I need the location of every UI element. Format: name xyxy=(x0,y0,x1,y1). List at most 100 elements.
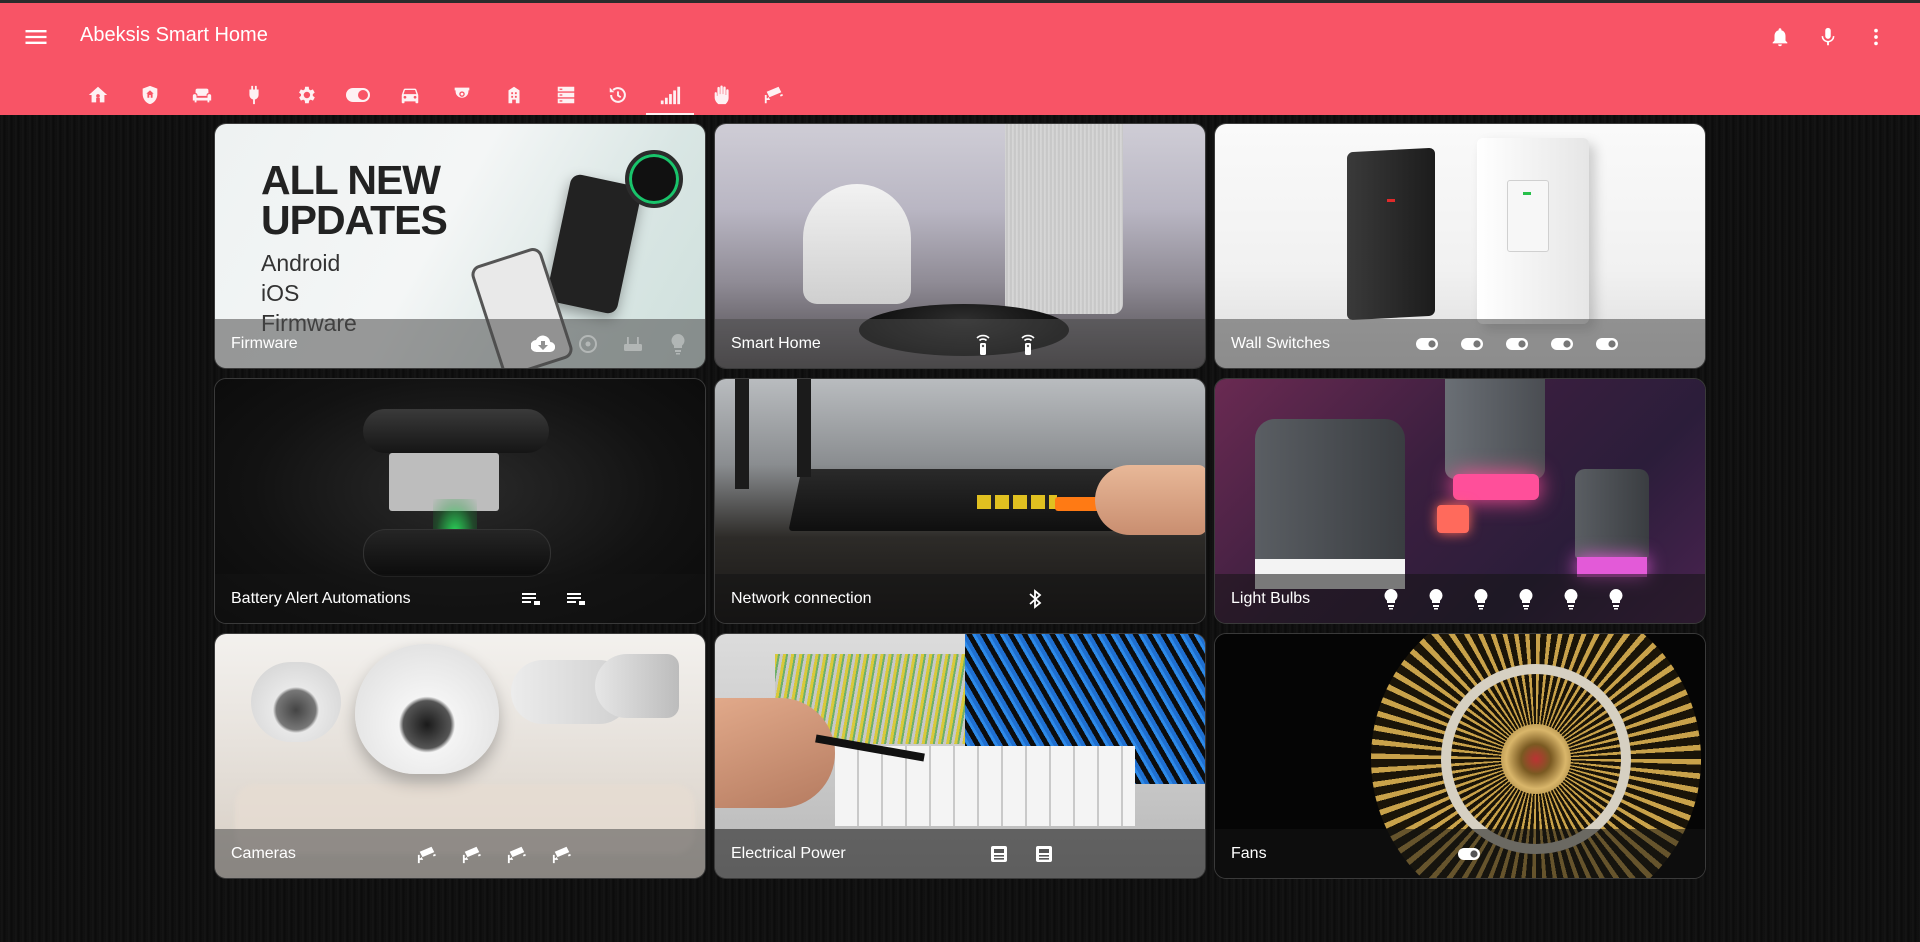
tab-signal-icon[interactable] xyxy=(644,75,696,115)
microphone-icon[interactable] xyxy=(1812,21,1844,53)
tab-shield-home-icon[interactable] xyxy=(124,75,176,115)
card-footer: Smart Home xyxy=(715,319,1205,368)
hand-shape xyxy=(1095,465,1205,535)
playlist-icon[interactable] xyxy=(515,583,547,615)
bulb-small-orange xyxy=(1437,505,1469,533)
card-entities xyxy=(515,574,592,623)
tab-gear-icon[interactable] xyxy=(280,75,332,115)
tab-car-icon[interactable] xyxy=(384,75,436,115)
tab-home-icon[interactable] xyxy=(72,75,124,115)
dots-vertical-icon[interactable] xyxy=(1860,21,1892,53)
tab-server-icon[interactable] xyxy=(540,75,592,115)
banner-headline: ALL NEW UPDATES xyxy=(261,157,448,243)
card-footer: Electrical Power xyxy=(715,829,1205,878)
card-title: Cameras xyxy=(231,844,296,862)
toggle-icon[interactable] xyxy=(1591,328,1623,360)
card-title: Light Bulbs xyxy=(1231,589,1311,607)
screwdriver-hand xyxy=(715,698,835,808)
card-fans[interactable]: Fans xyxy=(1214,633,1706,879)
platform-ios: iOS xyxy=(261,280,300,306)
dome-camera-left xyxy=(251,662,341,742)
card-footer: Firmware xyxy=(215,319,705,368)
bulb-icon[interactable] xyxy=(1375,583,1407,615)
card-footer: Cameras xyxy=(215,829,705,878)
cards-grid: ALL NEW UPDATES Android iOS Firmware Fir… xyxy=(214,123,1706,879)
tab-plug-icon[interactable] xyxy=(228,75,280,115)
bulb-icon[interactable] xyxy=(1420,583,1452,615)
tab-history-icon[interactable] xyxy=(592,75,644,115)
card-light-bulbs[interactable]: Light Bulbs xyxy=(1214,378,1706,624)
remote-icon[interactable] xyxy=(1012,328,1044,360)
dome-camera-center xyxy=(355,644,499,774)
tab-building-icon[interactable] xyxy=(488,75,540,115)
cctv-icon[interactable] xyxy=(501,838,533,870)
card-entities xyxy=(1375,574,1632,623)
card-title: Electrical Power xyxy=(731,844,846,862)
phone-illustration xyxy=(545,172,643,316)
bullet-camera-far-right xyxy=(595,654,679,718)
bulb-large xyxy=(1255,419,1405,569)
card-electrical-power[interactable]: Electrical Power xyxy=(714,633,1206,879)
bulb-icon[interactable] xyxy=(1555,583,1587,615)
toggle-icon[interactable] xyxy=(1501,328,1533,360)
toggle-icon[interactable] xyxy=(1456,328,1488,360)
watch-illustration xyxy=(625,150,683,208)
router-antenna xyxy=(735,379,749,489)
card-cameras[interactable]: Cameras xyxy=(214,633,706,879)
router-icon[interactable] xyxy=(617,328,649,360)
card-entities xyxy=(1453,829,1485,878)
cctv-icon[interactable] xyxy=(546,838,578,870)
cctv-icon[interactable] xyxy=(411,838,443,870)
card-smart-home[interactable]: Smart Home xyxy=(714,123,1206,369)
card-network-connection[interactable]: Network connection xyxy=(714,378,1206,624)
bulb-icon[interactable] xyxy=(1510,583,1542,615)
view-tabs xyxy=(72,75,800,115)
disc-icon[interactable] xyxy=(572,328,604,360)
tab-sofa-icon[interactable] xyxy=(176,75,228,115)
black-switch-led xyxy=(1387,199,1395,202)
card-footer: Network connection xyxy=(715,574,1205,623)
header-actions xyxy=(1764,21,1892,53)
card-battery-alert-automations[interactable]: Battery Alert Automations xyxy=(214,378,706,624)
remote-icon[interactable] xyxy=(967,328,999,360)
cloud-download-icon[interactable] xyxy=(527,328,559,360)
white-switch-rocker xyxy=(1507,180,1549,252)
bulb-right xyxy=(1575,469,1649,559)
banner-headline-line-1: ALL NEW xyxy=(261,157,441,203)
card-firmware[interactable]: ALL NEW UPDATES Android iOS Firmware Fir… xyxy=(214,123,706,369)
card-entities xyxy=(983,829,1060,878)
card-entities xyxy=(967,319,1044,368)
tab-hand-icon[interactable] xyxy=(696,75,748,115)
tab-cctv-dome-icon[interactable] xyxy=(436,75,488,115)
device-top-shell xyxy=(363,409,549,453)
tab-toggle-icon[interactable] xyxy=(332,75,384,115)
bulb-pink-glow xyxy=(1453,474,1539,500)
fan-hub xyxy=(1501,724,1571,794)
banner-headline-line-2: UPDATES xyxy=(261,197,448,243)
bluetooth-icon[interactable] xyxy=(1019,583,1051,615)
card-footer: Battery Alert Automations xyxy=(215,574,705,623)
tab-cctv-icon[interactable] xyxy=(748,75,800,115)
bulb-icon[interactable] xyxy=(662,328,694,360)
meter-icon[interactable] xyxy=(983,838,1015,870)
cctv-icon[interactable] xyxy=(456,838,488,870)
card-title: Firmware xyxy=(231,334,298,352)
bulb-icon[interactable] xyxy=(1465,583,1497,615)
card-title: Fans xyxy=(1231,844,1267,862)
card-entities xyxy=(1019,574,1051,623)
card-entities xyxy=(411,829,578,878)
speaker-cylinder-shape xyxy=(1005,124,1123,314)
card-title: Network connection xyxy=(731,589,872,607)
card-title: Battery Alert Automations xyxy=(231,589,411,607)
card-wall-switches[interactable]: Wall Switches xyxy=(1214,123,1706,369)
playlist-icon[interactable] xyxy=(560,583,592,615)
meter-icon[interactable] xyxy=(1028,838,1060,870)
smart-speaker-shape xyxy=(803,184,911,304)
toggle-icon[interactable] xyxy=(1453,838,1485,870)
bulb-icon[interactable] xyxy=(1600,583,1632,615)
menu-icon[interactable] xyxy=(22,23,50,51)
bell-icon[interactable] xyxy=(1764,21,1796,53)
app-header: Abeksis Smart Home xyxy=(0,3,1920,115)
toggle-icon[interactable] xyxy=(1546,328,1578,360)
toggle-icon[interactable] xyxy=(1411,328,1443,360)
